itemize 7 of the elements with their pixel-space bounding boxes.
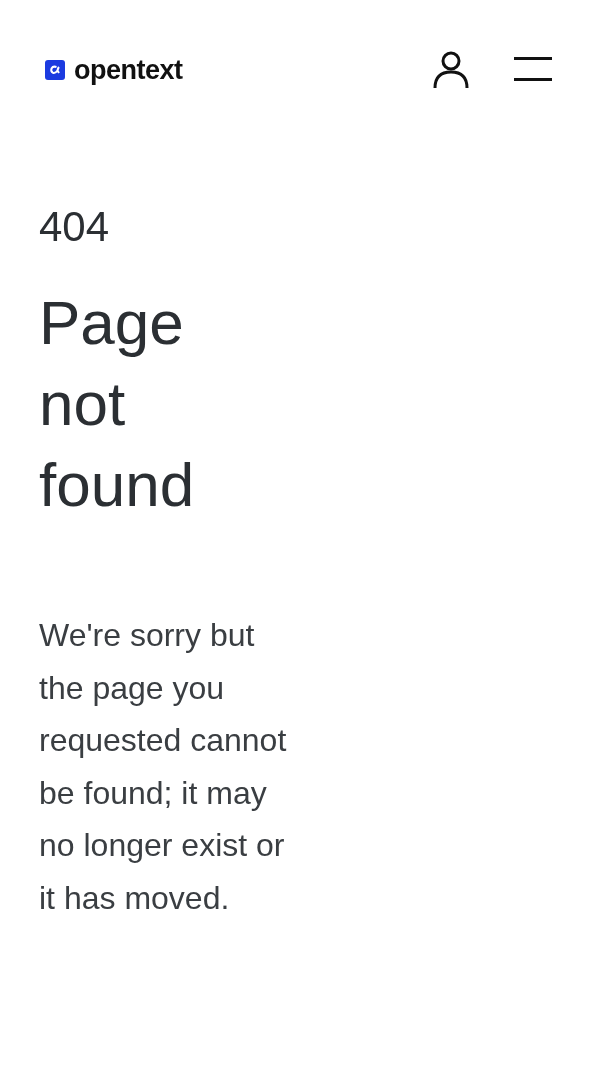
user-icon[interactable] [432, 51, 470, 89]
logo-text[interactable]: opentext [74, 56, 183, 84]
error-message: We're sorry but the page you requested cannot be found; it may no longer exist or it has moved. [39, 616, 288, 918]
logo-icon [45, 60, 65, 80]
error-code: 404 [39, 202, 111, 252]
menu-icon[interactable] [514, 57, 552, 83]
page-title: Page not found [39, 287, 196, 521]
